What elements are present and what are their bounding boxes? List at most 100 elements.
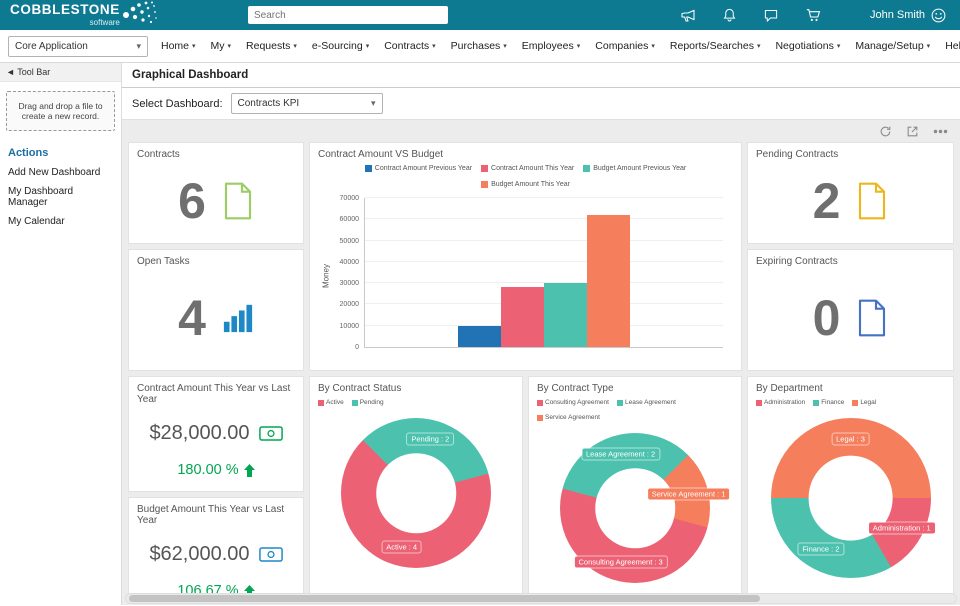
card-title: Pending Contracts — [748, 143, 953, 162]
chart-card-by-department: By Department AdministrationFinanceLegal… — [747, 376, 954, 600]
legend-swatch-icon — [318, 400, 324, 406]
collapse-arrow-icon: ◄ — [6, 67, 15, 77]
brand-subtitle: software — [10, 18, 120, 27]
legend-item-budget-amount-this-year: Budget Amount This Year — [481, 181, 570, 188]
action-my-dashboard-manager[interactable]: My Dashboard Manager — [0, 182, 121, 212]
legend-item-finance: Finance — [813, 399, 844, 406]
nav-item-companies[interactable]: Companies▾ — [595, 40, 655, 52]
announcements-icon[interactable] — [680, 7, 696, 23]
chart-title: By Department — [748, 377, 953, 396]
nav-item-negotiations[interactable]: Negotiations▾ — [775, 40, 840, 52]
action-add-new-dashboard[interactable]: Add New Dashboard — [0, 163, 121, 182]
main-content: Graphical Dashboard Select Dashboard: Co… — [122, 63, 960, 605]
user-smiley-icon — [931, 8, 946, 23]
legend-swatch-icon — [756, 400, 762, 406]
dashboard-selector-value: Contracts KPI — [238, 98, 300, 109]
y-tick-label: 30000 — [319, 280, 359, 287]
chart-title: By Contract Type — [529, 377, 741, 396]
donut-hole — [376, 453, 456, 533]
kpi-card-open-tasks: Open Tasks 4 — [128, 249, 304, 371]
file-dropzone[interactable]: Drag and drop a file to create a new rec… — [6, 91, 115, 131]
nav-item-contracts[interactable]: Contracts▾ — [384, 40, 435, 52]
messages-chat-icon[interactable] — [763, 8, 779, 23]
document-icon — [856, 182, 888, 220]
legend-item-contract-amount-previous-year: Contract Amount Previous Year — [365, 165, 472, 172]
nav-item-help[interactable]: Help▾ — [945, 40, 960, 52]
nav-item-purchases[interactable]: Purchases▾ — [451, 40, 507, 52]
slice-label-finance: Finance : 2 — [798, 544, 843, 555]
toolbar-collapse[interactable]: ◄ Tool Bar — [0, 63, 121, 82]
card-budget-amount: Budget Amount This Year vs Last Year $62… — [128, 497, 304, 600]
card-title: Budget Amount This Year vs Last Year — [129, 498, 303, 528]
bar-legend: Contract Amount Previous Year Contract Am… — [310, 162, 741, 188]
nav-item-home[interactable]: Home▾ — [161, 40, 196, 52]
nav-item-requests[interactable]: Requests▾ — [246, 40, 297, 52]
chevron-down-icon: ▾ — [503, 42, 507, 50]
user-menu[interactable]: John Smith — [870, 8, 946, 23]
y-tick-label: 40000 — [319, 259, 359, 266]
slice-label-legal: Legal : 3 — [832, 433, 869, 444]
chart-title: By Contract Status — [310, 377, 522, 396]
actions-heading: Actions — [0, 140, 121, 163]
top-header-bar: COBBLESTONE software John Smith — [0, 0, 960, 30]
nav-item-employees[interactable]: Employees▾ — [522, 40, 580, 52]
legend-swatch-icon — [617, 400, 623, 406]
card-title: Expiring Contracts — [748, 250, 953, 269]
chevron-down-icon: ▾ — [651, 42, 655, 50]
pending-contracts-count: 2 — [813, 176, 841, 226]
horizontal-scrollbar[interactable] — [125, 593, 957, 604]
application-selector-value: Core Application — [15, 41, 88, 52]
sync-icon[interactable] — [879, 125, 892, 138]
kpi-card-contracts: Contracts 6 — [128, 142, 304, 244]
bar-chart-icon — [222, 303, 254, 333]
card-title: Contracts — [129, 143, 303, 162]
legend-swatch-icon — [813, 400, 819, 406]
dashboard-selector[interactable]: Contracts KPI — [231, 93, 383, 114]
y-tick-label: 60000 — [319, 216, 359, 223]
action-my-calendar[interactable]: My Calendar — [0, 212, 121, 231]
y-tick-label: 0 — [319, 344, 359, 351]
more-options-icon[interactable] — [933, 129, 948, 134]
money-icon — [259, 425, 283, 442]
chevron-down-icon: ▾ — [293, 42, 297, 50]
shopping-cart-icon[interactable] — [805, 7, 822, 23]
sidebar-actions: Add New DashboardMy Dashboard ManagerMy … — [0, 163, 121, 231]
scrollbar-thumb[interactable] — [129, 595, 760, 602]
bar-contract-amount-this-year — [501, 287, 544, 347]
nav-item-my[interactable]: My▾ — [211, 40, 232, 52]
document-icon — [222, 182, 254, 220]
chevron-down-icon: ▾ — [837, 42, 841, 50]
search-input[interactable] — [248, 6, 448, 24]
chevron-down-icon: ▾ — [577, 42, 581, 50]
nav-item-reports-searches[interactable]: Reports/Searches▾ — [670, 40, 761, 52]
chevron-down-icon: ▾ — [757, 42, 761, 50]
contract-amount-percent: 180.00 % — [177, 462, 238, 478]
y-tick-label: 50000 — [319, 238, 359, 245]
chart-title: Contract Amount VS Budget — [310, 143, 741, 162]
legend-item-contract-amount-this-year: Contract Amount This Year — [481, 165, 574, 172]
nav-item-e-sourcing[interactable]: e-Sourcing▾ — [312, 40, 369, 52]
page-title: Graphical Dashboard — [122, 63, 960, 88]
bar-budget-amount-this-year — [587, 215, 630, 347]
select-dashboard-label: Select Dashboard: — [132, 98, 223, 110]
donut-chart-contract-status[interactable]: Active : 4Pending : 2 — [341, 418, 491, 568]
bar-plot: 010000200003000040000500006000070000 — [364, 198, 723, 348]
donut-chart-department[interactable]: Administration : 1Finance : 2Legal : 3 — [771, 418, 931, 578]
legend-item-budget-amount-previous-year: Budget Amount Previous Year — [583, 165, 686, 172]
export-icon[interactable] — [906, 125, 919, 138]
notifications-bell-icon[interactable] — [722, 7, 737, 23]
donut-hole — [595, 468, 675, 548]
chart-card-by-contract-type: By Contract Type Consulting AgreementLea… — [528, 376, 742, 600]
card-title: Contract Amount This Year vs Last Year — [129, 377, 303, 407]
chart-card-contract-vs-budget: Contract Amount VS Budget Contract Amoun… — [309, 142, 742, 371]
pie-legend: Consulting AgreementLease AgreementServi… — [529, 396, 741, 421]
card-title: Open Tasks — [129, 250, 303, 269]
cobblestone-logo[interactable]: COBBLESTONE software — [10, 3, 248, 27]
application-selector[interactable]: Core Application — [8, 36, 148, 57]
nav-item-manage-setup[interactable]: Manage/Setup▾ — [855, 40, 930, 52]
donut-chart-contract-type[interactable]: Consulting Agreement : 3Lease Agreement … — [560, 433, 710, 583]
nav-items: Home▾ My▾ Requests▾ e-Sourcing▾ Contracts▾ Pu… — [161, 40, 960, 52]
brand-name: COBBLESTONE — [10, 3, 120, 17]
user-name: John Smith — [870, 9, 925, 21]
y-tick-label: 70000 — [319, 195, 359, 202]
